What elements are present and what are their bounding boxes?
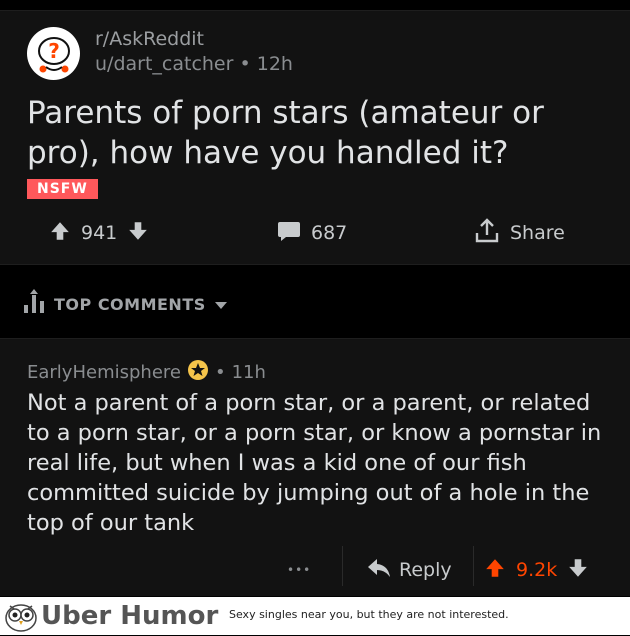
- nsfw-badge: NSFW: [27, 179, 98, 199]
- post-title[interactable]: Parents of porn stars (amateur or pro), …: [27, 93, 617, 173]
- comment-author[interactable]: EarlyHemisphere: [27, 362, 181, 383]
- meta-separator: •: [239, 53, 251, 75]
- post-score: 941: [81, 222, 118, 244]
- reply-label: Reply: [399, 559, 452, 581]
- post-card: ? r/AskReddit u/dart_catcher • 12h Paren…: [0, 10, 630, 265]
- sort-dropdown[interactable]: TOP COMMENTS: [22, 289, 228, 319]
- share-icon: [474, 217, 500, 249]
- post-actions: 941 687 Share: [0, 216, 630, 250]
- comment-body: Not a parent of a porn star, or a parent…: [27, 390, 602, 536]
- subreddit-link[interactable]: r/AskReddit: [95, 28, 204, 50]
- brand-tagline: Sexy singles near you, but they are not …: [229, 608, 509, 621]
- share-label: Share: [510, 222, 565, 244]
- comment-icon: [277, 220, 301, 247]
- upvote-icon[interactable]: [484, 557, 506, 584]
- sort-label: TOP COMMENTS: [54, 294, 206, 314]
- award-star-icon: [187, 359, 209, 386]
- reply-icon: [367, 558, 391, 583]
- caret-down-icon: [214, 295, 228, 314]
- svg-text:?: ?: [48, 39, 60, 63]
- comment-card: EarlyHemisphere • 11h Not a parent of a …: [0, 338, 630, 596]
- downvote-icon[interactable]: [567, 557, 589, 584]
- comment-score: 9.2k: [516, 559, 558, 581]
- comment-count: 687: [311, 222, 348, 244]
- vote-group: 941: [49, 216, 149, 250]
- comment-vote-group: 9.2k: [484, 552, 589, 588]
- share-button[interactable]: Share: [474, 216, 565, 250]
- action-separator: [342, 546, 343, 586]
- reply-button[interactable]: Reply: [367, 552, 452, 588]
- comment-age: 11h: [231, 362, 266, 383]
- watermark-footer: Uber Humor Sexy singles near you, but th…: [0, 597, 630, 635]
- comment-meta: EarlyHemisphere • 11h: [27, 359, 266, 386]
- downvote-icon[interactable]: [127, 220, 149, 247]
- sort-bars-icon: [22, 289, 46, 319]
- meta-separator: •: [214, 362, 226, 383]
- snoo-question-icon[interactable]: ?: [27, 27, 80, 80]
- post-author-meta: u/dart_catcher • 12h: [95, 53, 293, 75]
- action-separator: [473, 546, 474, 586]
- post-author-link[interactable]: u/dart_catcher: [95, 53, 233, 75]
- owl-logo-icon: [4, 600, 38, 636]
- upvote-icon[interactable]: [49, 220, 71, 247]
- comments-button[interactable]: 687: [277, 216, 347, 250]
- post-age: 12h: [256, 53, 293, 75]
- sort-bar: TOP COMMENTS: [0, 265, 630, 337]
- more-dots-icon[interactable]: •••: [287, 552, 311, 588]
- brand-name: Uber Humor: [41, 601, 219, 631]
